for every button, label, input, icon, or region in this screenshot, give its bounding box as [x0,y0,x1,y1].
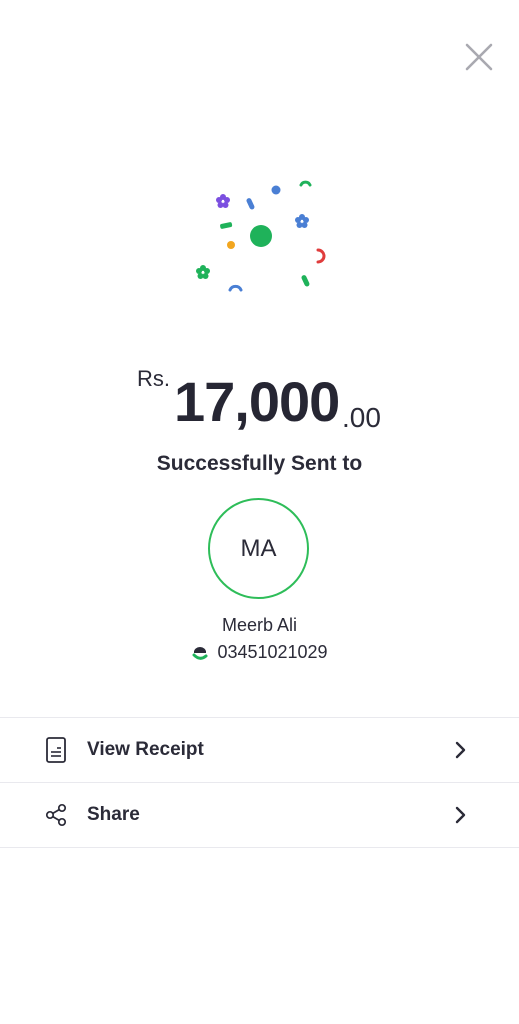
amount-decimal: .00 [342,402,381,433]
share-icon [42,801,70,829]
transfer-amount: Rs. 17,000 .00 [0,362,519,442]
close-button[interactable] [462,40,496,74]
recipient-name: Meerb Ali [221,615,298,635]
chevron-right-icon [450,740,470,760]
status-text: Successfully Sent to [156,452,363,475]
chevron-right-icon [450,805,470,825]
view-receipt-button[interactable]: View Receipt [0,718,519,782]
receipt-icon [42,736,70,764]
share-button[interactable]: Share [0,783,519,847]
confetti-icon [196,180,326,292]
avatar: MA [208,498,309,599]
currency-label: Rs. [137,366,170,391]
avatar-initials: MA [240,534,277,562]
share-label: Share [87,804,140,825]
divider [0,847,519,848]
confetti-graphic [188,168,338,298]
recipient-number: 03451021029 [217,642,328,662]
close-icon [465,43,493,71]
view-receipt-label: View Receipt [87,739,204,760]
amount-whole: 17,000 [174,370,340,433]
recipient-number-row: 03451021029 [0,642,519,663]
easypaisa-icon [192,646,208,660]
